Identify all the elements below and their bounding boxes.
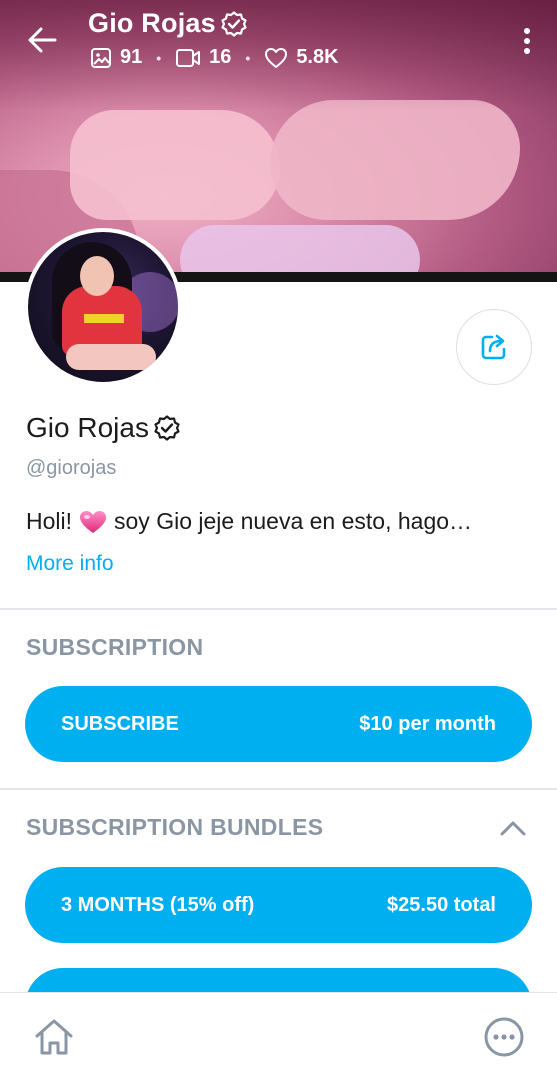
avatar-photo-shape: [84, 314, 124, 323]
back-button[interactable]: [24, 22, 60, 58]
bundle-label: 3 MONTHS (15% off): [61, 893, 255, 916]
subscribe-button-price: $10 per month: [359, 712, 496, 735]
verified-icon: [221, 10, 247, 37]
header-stats: 91 • 16 • 5.8K: [90, 46, 339, 69]
bundles-section-title: SUBSCRIPTION BUNDLES: [26, 814, 324, 840]
stat-photos: 91: [90, 46, 142, 69]
back-arrow-icon: [28, 27, 57, 53]
avatar-photo-shape: [80, 256, 114, 296]
more-options-button[interactable]: [517, 24, 537, 58]
photo-icon: [91, 47, 111, 68]
avatar[interactable]: [24, 228, 182, 386]
section-divider: [0, 788, 557, 790]
more-dots-icon: [484, 1017, 524, 1057]
chevron-up-icon: [500, 821, 526, 836]
header-title: Gio Rojas: [88, 8, 248, 39]
stat-videos: 16: [175, 46, 231, 69]
stat-photos-count: 91: [120, 46, 143, 68]
bio-end: soy Gio jeje nueva en esto, hago…: [114, 508, 473, 534]
profile-name: Gio Rojas: [26, 412, 181, 444]
section-divider: [0, 608, 557, 610]
nav-home-button[interactable]: [30, 1013, 78, 1061]
heart-icon: [265, 47, 288, 68]
stat-videos-count: 16: [209, 46, 232, 68]
cover-photo-shape: [70, 110, 280, 220]
separator-dot: •: [245, 49, 251, 66]
profile-bio: Holi! soy Gio jeje nueva en esto, hago…: [26, 508, 472, 535]
bundle-price: $25.50 total: [387, 893, 496, 916]
video-icon: [176, 48, 201, 67]
share-button[interactable]: [456, 309, 532, 385]
stat-likes: 5.8K: [264, 46, 339, 69]
cover-photo-shape: [270, 100, 520, 220]
header-name-text: Gio Rojas: [88, 8, 216, 38]
bottom-navigation: [0, 992, 557, 1080]
avatar-photo: [28, 232, 178, 382]
separator-dot: •: [156, 49, 162, 66]
collapse-bundles-button[interactable]: [498, 815, 528, 841]
share-icon: [481, 334, 506, 360]
home-icon: [35, 1019, 73, 1055]
verified-icon: [154, 415, 180, 441]
subscribe-button-label: SUBSCRIBE: [61, 712, 179, 735]
avatar-photo-shape: [66, 344, 156, 370]
profile-handle: @giorojas: [26, 457, 117, 479]
more-info-link[interactable]: More info: [26, 552, 114, 576]
subscription-section-title: SUBSCRIPTION: [26, 634, 204, 660]
bio-start: Holi!: [26, 508, 73, 534]
kebab-menu-icon: [524, 28, 530, 54]
profile-name-text: Gio Rojas: [26, 412, 149, 443]
stat-likes-count: 5.8K: [296, 46, 339, 68]
pink-heart-icon: [80, 510, 107, 533]
bundle-button-3-months[interactable]: 3 MONTHS (15% off) $25.50 total: [25, 867, 532, 943]
nav-more-button[interactable]: [480, 1013, 528, 1061]
subscribe-button[interactable]: SUBSCRIBE $10 per month: [25, 686, 532, 762]
